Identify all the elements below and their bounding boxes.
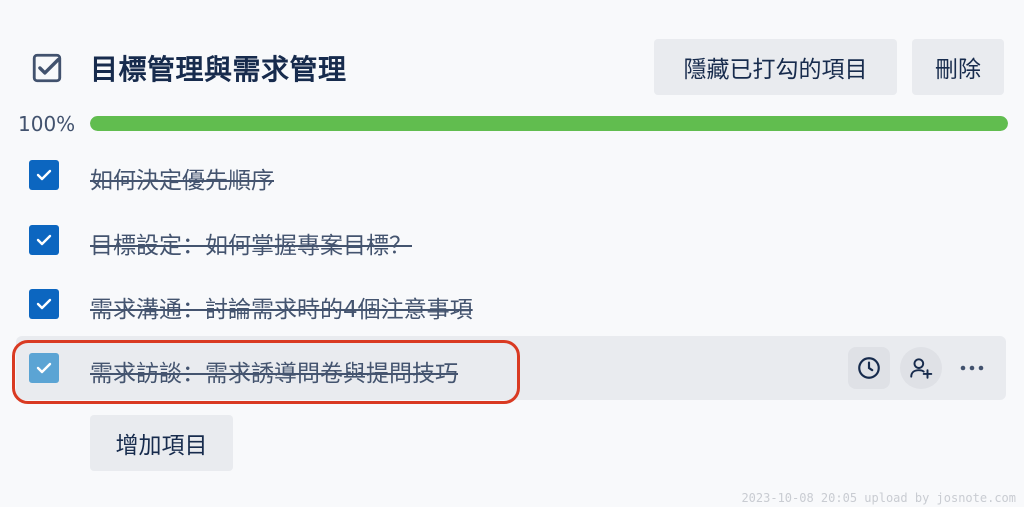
watermark: 2023-10-08 20:05 upload by josnote.com — [741, 491, 1016, 505]
item-actions — [848, 347, 992, 389]
item-text[interactable]: 需求溝通：討論需求時的4個注意事項 — [90, 290, 473, 324]
item-checkbox[interactable] — [29, 353, 59, 383]
item-checkbox[interactable] — [29, 160, 59, 190]
item-text[interactable]: 如何決定優先順序 — [90, 161, 274, 195]
delete-checklist-button[interactable]: 刪除 — [912, 39, 1004, 95]
check-icon — [36, 169, 52, 181]
due-date-button[interactable] — [848, 347, 890, 389]
checklist-item[interactable]: 目標設定：如何掌握專案目標？ — [0, 208, 1008, 272]
checklist-header: 目標管理與需求管理 隱藏已打勾的項目 刪除 — [0, 0, 1024, 120]
add-item-button[interactable]: 增加項目 — [90, 415, 233, 471]
more-icon — [960, 365, 984, 371]
check-icon — [36, 298, 52, 310]
item-text[interactable]: 需求訪談：需求誘導問卷與提問技巧 — [90, 354, 458, 388]
checklist-item[interactable]: 如何決定優先順序 — [0, 143, 1008, 207]
progress-percent: 100% — [18, 112, 76, 136]
checklist-title[interactable]: 目標管理與需求管理 — [90, 48, 347, 88]
item-text[interactable]: 目標設定：如何掌握專案目標？ — [90, 226, 412, 260]
clock-icon — [858, 357, 880, 379]
check-icon — [36, 234, 52, 246]
hide-checked-items-button[interactable]: 隱藏已打勾的項目 — [654, 39, 897, 95]
checklist-item[interactable]: 需求溝通：討論需求時的4個注意事項 — [0, 272, 1008, 336]
progress-bar-fill — [90, 116, 1008, 131]
check-icon — [36, 362, 52, 374]
checklist-item-hovered[interactable]: 需求訪談：需求誘導問卷與提問技巧 — [16, 336, 1006, 400]
assign-member-button[interactable] — [900, 347, 942, 389]
progress-bar — [90, 116, 1008, 131]
add-member-icon — [910, 358, 933, 379]
checklist-icon — [32, 53, 62, 83]
more-options-button[interactable] — [952, 347, 992, 389]
item-checkbox[interactable] — [29, 225, 59, 255]
item-checkbox[interactable] — [29, 289, 59, 319]
